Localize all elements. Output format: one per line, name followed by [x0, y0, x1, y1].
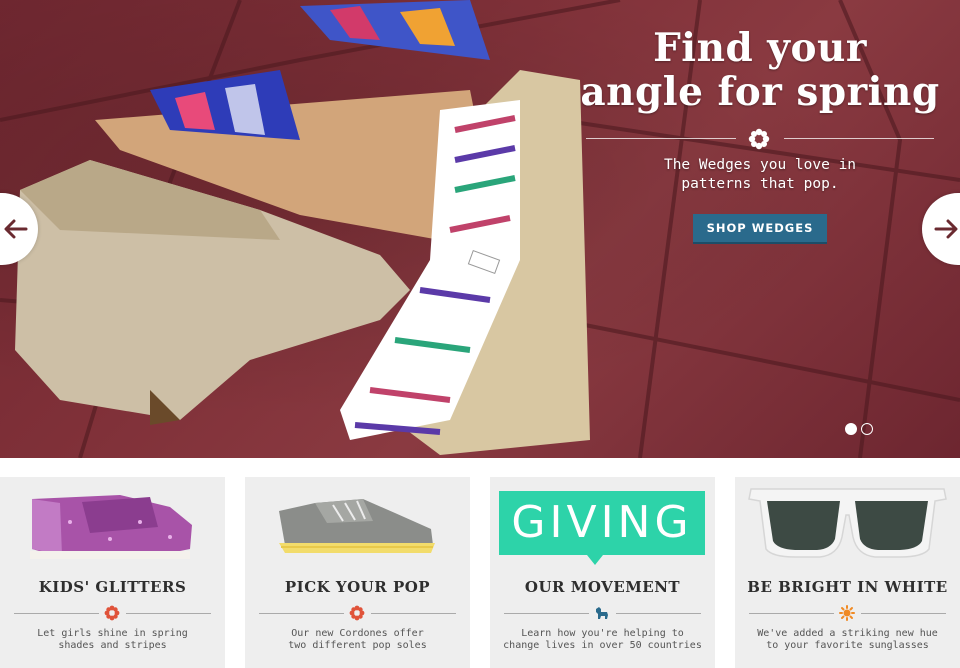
divider-line	[14, 613, 99, 614]
tile-separator	[14, 605, 211, 621]
tile-separator	[259, 605, 456, 621]
divider-line	[861, 613, 946, 614]
glitter-shoe-image	[30, 495, 192, 559]
promo-tile-be-bright-in-white[interactable]: BE BRIGHT IN WHITE We've added a strikin…	[735, 477, 960, 668]
hero-subtext: The Wedges you love in patterns that pop…	[560, 156, 960, 194]
tile-description-line1: Learn how you're helping to	[521, 628, 684, 639]
carousel-dot-2[interactable]	[861, 423, 873, 435]
arrow-left-icon	[4, 219, 28, 239]
divider-line	[371, 613, 456, 614]
hero-carousel: Find your angle for spring The Wedges yo…	[0, 0, 960, 458]
divider-line	[504, 613, 589, 614]
tile-separator	[504, 605, 701, 621]
dog-icon	[596, 607, 608, 619]
promo-tiles: KIDS' GLITTERS Let girls shine in spring…	[0, 477, 960, 668]
tile-description-line2: change lives in over 50 countries	[503, 640, 702, 651]
divider-line	[784, 138, 934, 139]
tile-title: KIDS' GLITTERS	[38, 578, 187, 596]
divider-line	[586, 138, 736, 139]
tile-description: Learn how you're helping to change lives…	[500, 628, 705, 652]
tile-description-line2: two different pop soles	[288, 640, 427, 651]
tile-title: OUR MOVEMENT	[524, 578, 681, 596]
flower-icon	[104, 605, 120, 621]
hero-headline-line1: Find your	[653, 25, 867, 71]
tile-title: BE BRIGHT IN WHITE	[747, 578, 948, 596]
shop-wedges-button[interactable]: SHOP WEDGES	[692, 214, 828, 244]
tile-separator	[749, 605, 946, 621]
divider-line	[616, 613, 701, 614]
divider-line	[259, 613, 344, 614]
flower-icon	[349, 605, 365, 621]
hero-subtext-line1: The Wedges you love in	[663, 157, 857, 173]
arrow-right-icon	[934, 219, 958, 239]
hero-divider	[586, 128, 934, 150]
tile-description-line1: Let girls shine in spring	[37, 628, 188, 639]
tile-description: We've added a striking new hue to your f…	[745, 628, 950, 652]
giving-banner: GIVING	[499, 491, 705, 555]
tile-description-line2: shades and stripes	[58, 640, 167, 651]
tile-description-line2: to your favorite sunglasses	[766, 640, 929, 651]
promo-tile-kids-glitters[interactable]: KIDS' GLITTERS Let girls shine in spring…	[0, 477, 225, 668]
divider-line	[749, 613, 834, 614]
giving-banner-pointer	[587, 555, 603, 565]
promo-tile-our-movement[interactable]: GIVING OUR MOVEMENT Learn how you're hel…	[490, 477, 715, 668]
tile-description-line1: Our new Cordones offer	[291, 628, 424, 639]
carousel-dots	[845, 423, 873, 435]
cordones-shoe-image	[279, 499, 435, 553]
carousel-dot-1[interactable]	[845, 423, 857, 435]
promo-tile-pick-your-pop[interactable]: PICK YOUR POP Our new Cordones offer two…	[245, 477, 470, 668]
flower-icon	[748, 128, 770, 150]
tile-description: Our new Cordones offer two different pop…	[255, 628, 460, 652]
sun-icon	[839, 605, 855, 621]
hero-copy: Find your angle for spring The Wedges yo…	[560, 26, 960, 244]
tile-description: Let girls shine in spring shades and str…	[10, 628, 215, 652]
divider-line	[126, 613, 211, 614]
hero-subtext-line2: patterns that pop.	[681, 176, 839, 192]
hero-headline: Find your angle for spring	[560, 26, 960, 114]
tile-title: PICK YOUR POP	[284, 578, 431, 596]
hero-headline-line2: angle for spring	[580, 69, 940, 115]
tile-description-line1: We've added a striking new hue	[757, 628, 938, 639]
white-sunglasses-image	[748, 488, 947, 558]
